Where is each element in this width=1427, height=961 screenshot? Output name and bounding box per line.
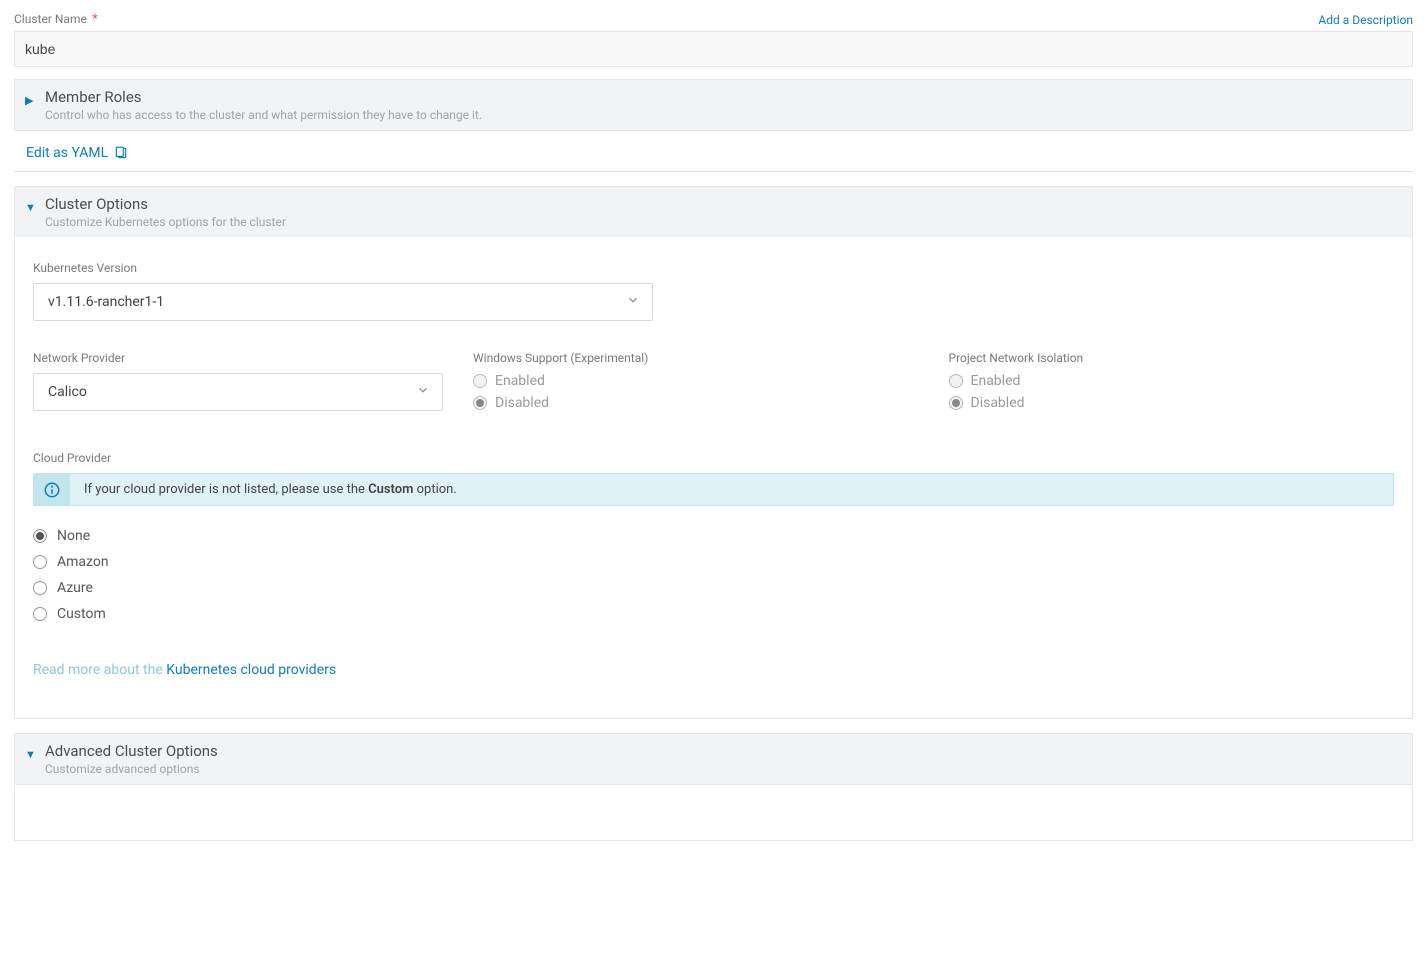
edit-as-yaml-label: Edit as YAML: [26, 145, 108, 161]
cluster-name-input[interactable]: [14, 31, 1413, 67]
cloud-custom-radio[interactable]: Custom: [33, 606, 1394, 622]
radio-icon: [949, 396, 963, 410]
caret-down-icon: ▼: [25, 742, 45, 761]
windows-enabled-label: Enabled: [495, 373, 545, 389]
network-provider-label: Network Provider: [33, 351, 443, 365]
windows-enabled-radio: Enabled: [473, 373, 919, 389]
add-description-link[interactable]: Add a Description: [1318, 13, 1413, 27]
member-roles-title: Member Roles: [45, 88, 1402, 106]
cluster-options-header[interactable]: ▼ Cluster Options Customize Kubernetes o…: [14, 186, 1413, 237]
kube-version-label: Kubernetes Version: [33, 261, 1394, 275]
cluster-name-label: Cluster Name: [14, 12, 87, 26]
advanced-options-header[interactable]: ▼ Advanced Cluster Options Customize adv…: [14, 733, 1413, 785]
radio-icon: [473, 396, 487, 410]
cloud-none-label: None: [57, 528, 90, 544]
advanced-options-title: Advanced Cluster Options: [45, 742, 1402, 760]
isolation-enabled-radio: Enabled: [949, 373, 1395, 389]
kube-version-value: v1.11.6-rancher1-1: [48, 294, 164, 310]
caret-right-icon: ▶: [25, 88, 45, 107]
cloud-azure-radio[interactable]: Azure: [33, 580, 1394, 596]
chevron-down-icon: [626, 293, 640, 311]
radio-icon: [33, 555, 47, 569]
radio-icon: [33, 581, 47, 595]
cluster-options-title: Cluster Options: [45, 195, 1402, 213]
kubernetes-cloud-providers-link[interactable]: Kubernetes cloud providers: [166, 662, 336, 678]
cloud-azure-label: Azure: [57, 580, 93, 596]
info-icon: [34, 474, 70, 505]
windows-disabled-label: Disabled: [495, 395, 549, 411]
required-asterisk: *: [92, 12, 98, 27]
cloud-amazon-radio[interactable]: Amazon: [33, 554, 1394, 570]
chevron-down-icon: [416, 383, 430, 401]
radio-icon: [949, 374, 963, 388]
isolation-disabled-radio: Disabled: [949, 395, 1395, 411]
read-more-pre: Read more about the: [33, 662, 166, 678]
radio-icon: [473, 374, 487, 388]
cloud-provider-info-banner: If your cloud provider is not listed, pl…: [33, 473, 1394, 506]
cloud-custom-label: Custom: [57, 606, 106, 622]
network-provider-value: Calico: [48, 384, 87, 400]
member-roles-header[interactable]: ▶ Member Roles Control who has access to…: [14, 79, 1413, 131]
edit-as-yaml-link[interactable]: Edit as YAML: [14, 131, 1413, 172]
clipboard-icon: [114, 146, 128, 160]
radio-icon: [33, 529, 47, 543]
caret-down-icon: ▼: [25, 195, 45, 214]
cloud-none-radio[interactable]: None: [33, 528, 1394, 544]
banner-suffix: option.: [413, 482, 456, 497]
kube-version-select[interactable]: v1.11.6-rancher1-1: [33, 283, 653, 321]
cloud-amazon-label: Amazon: [57, 554, 109, 570]
windows-disabled-radio: Disabled: [473, 395, 919, 411]
banner-prefix: If your cloud provider is not listed, pl…: [84, 482, 368, 497]
read-more-text: Read more about the Kubernetes cloud pro…: [33, 662, 1394, 678]
advanced-options-subtitle: Customize advanced options: [45, 762, 1402, 776]
cluster-options-subtitle: Customize Kubernetes options for the clu…: [45, 215, 1402, 229]
banner-bold: Custom: [368, 482, 413, 497]
network-provider-select[interactable]: Calico: [33, 373, 443, 411]
windows-support-label: Windows Support (Experimental): [473, 351, 919, 365]
isolation-disabled-label: Disabled: [971, 395, 1025, 411]
advanced-options-body: [14, 785, 1413, 841]
cloud-provider-label: Cloud Provider: [33, 451, 1394, 465]
member-roles-subtitle: Control who has access to the cluster an…: [45, 108, 1402, 122]
project-isolation-label: Project Network Isolation: [949, 351, 1395, 365]
radio-icon: [33, 607, 47, 621]
isolation-enabled-label: Enabled: [971, 373, 1021, 389]
cluster-options-body: Kubernetes Version v1.11.6-rancher1-1 Ne…: [14, 237, 1413, 719]
